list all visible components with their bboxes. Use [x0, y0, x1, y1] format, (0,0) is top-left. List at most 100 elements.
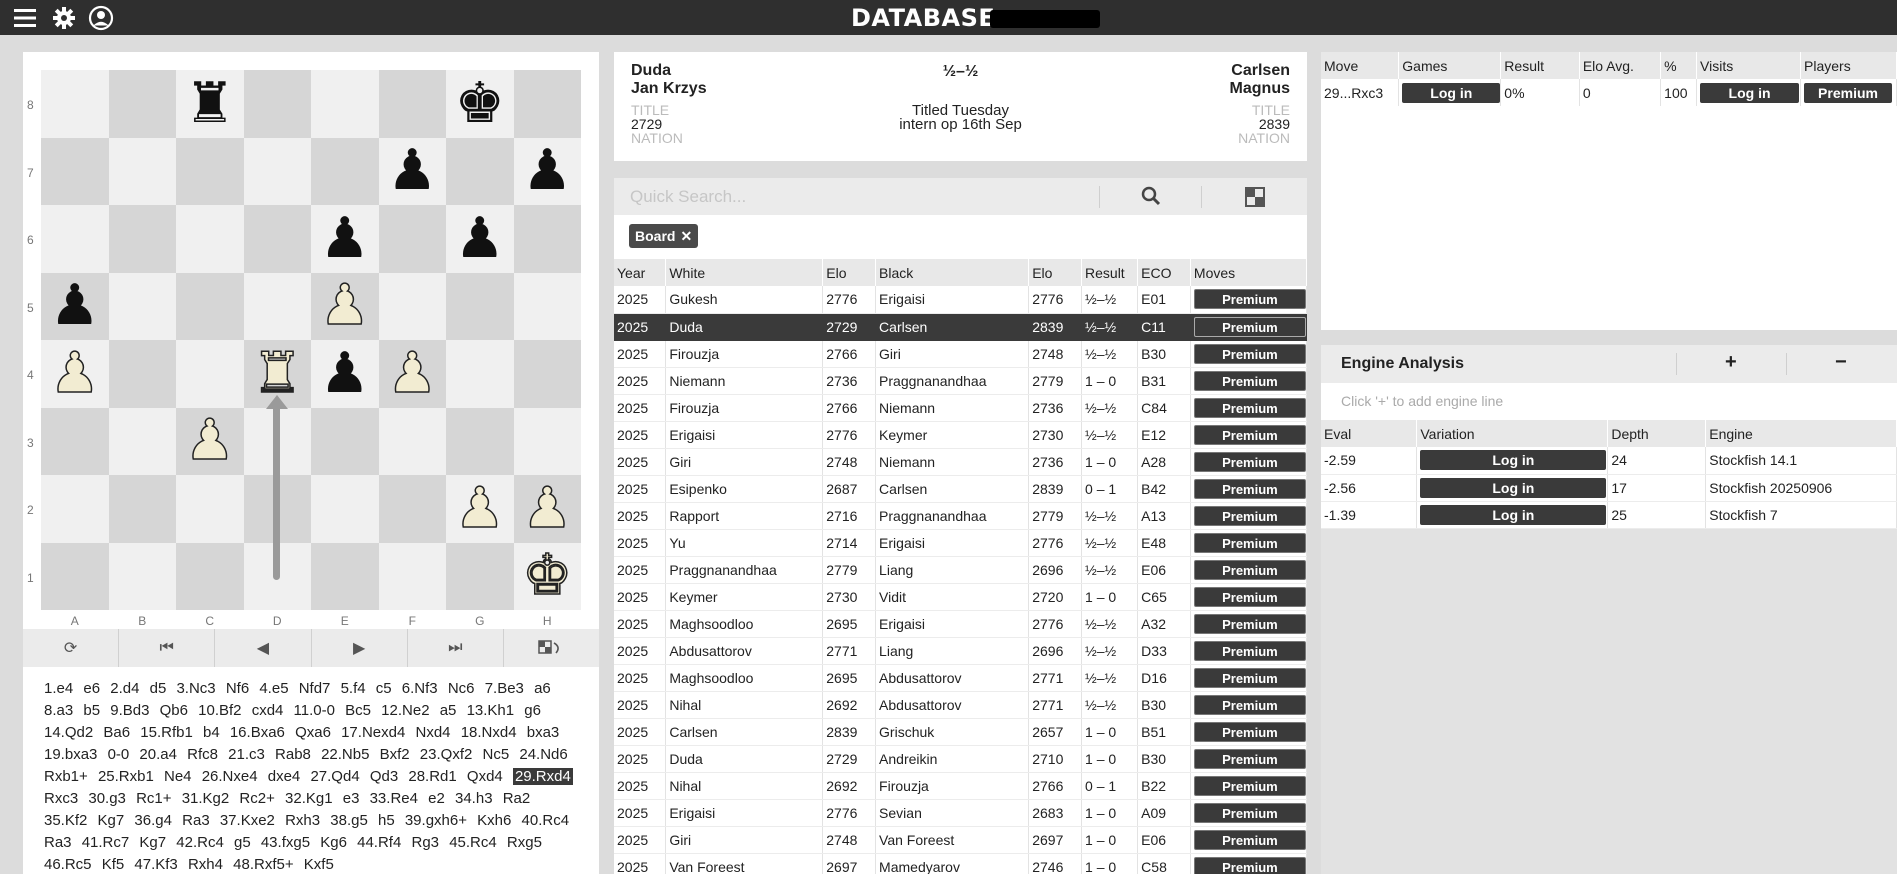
move-token[interactable]: 47.Kf3	[134, 856, 177, 873]
move-token[interactable]: Rxh4	[188, 856, 223, 873]
move-token[interactable]: Ra3	[44, 834, 72, 851]
move-token[interactable]: 46.Rc5	[44, 856, 92, 873]
move-token[interactable]: Ba6	[103, 724, 130, 741]
premium-button[interactable]: Premium	[1193, 667, 1306, 688]
square-e7[interactable]	[311, 137, 379, 205]
move-token[interactable]: 44.Rf4	[357, 834, 401, 851]
square-a3[interactable]	[41, 407, 109, 475]
move-token[interactable]: 41.Rc7	[82, 834, 130, 851]
square-b7[interactable]	[108, 137, 176, 205]
square-b2[interactable]	[108, 475, 176, 543]
move-token[interactable]: g6	[524, 702, 541, 719]
premium-button[interactable]: Premium	[1193, 802, 1306, 823]
premium-button[interactable]: Premium	[1193, 775, 1306, 796]
black-pawn-icon[interactable]: ♟	[320, 345, 370, 402]
move-token[interactable]: Bxf2	[380, 746, 410, 763]
variation-login-button[interactable]: Log in	[1420, 504, 1607, 525]
table-row[interactable]: 2025 Rapport 2716 Praggnanandhaa 2779 ½–½ A13 P…	[614, 502, 1308, 530]
move-token[interactable]: Rxg5	[507, 834, 542, 851]
move-token[interactable]: 1.e4	[44, 680, 73, 697]
move-token[interactable]: a6	[534, 680, 551, 697]
move-token[interactable]: Rxb1+	[44, 768, 88, 785]
white-pawn-icon[interactable]: ♟	[184, 412, 236, 470]
table-row[interactable]: 2025 Yu 2714 Erigaisi 2776 ½–½ E48 Premium	[614, 529, 1308, 557]
next-move-icon[interactable]: ▶	[312, 629, 408, 667]
square-h6[interactable]	[513, 205, 581, 273]
premium-button[interactable]: Premium	[1193, 829, 1306, 850]
table-row[interactable]: 2025 Firouzja 2766 Giri 2748 ½–½ B30 Premium	[614, 340, 1308, 368]
move-token[interactable]: 38.g5	[330, 812, 368, 829]
table-row[interactable]: 2025 Gukesh 2776 Erigaisi 2776 ½–½ E01 Premium	[614, 286, 1308, 314]
table-row[interactable]: 2025 Firouzja 2766 Niemann 2736 ½–½ C84 Premium	[614, 394, 1308, 422]
premium-button[interactable]: Premium	[1193, 370, 1306, 391]
column-header[interactable]: Result	[1081, 259, 1139, 286]
square-e8[interactable]	[311, 70, 379, 138]
column-header[interactable]: Black	[875, 259, 1030, 286]
move-token[interactable]: 0-0	[108, 746, 130, 763]
column-header[interactable]: Games	[1398, 52, 1502, 79]
move-token[interactable]: dxe4	[268, 768, 301, 785]
square-b4[interactable]	[108, 340, 176, 408]
move-token[interactable]: 26.Nxe4	[202, 768, 258, 785]
move-token[interactable]: h5	[378, 812, 395, 829]
move-token[interactable]: Kxf5	[304, 856, 334, 873]
column-header[interactable]: Elo Avg.	[1579, 52, 1662, 79]
move-token[interactable]: Kg6	[320, 834, 347, 851]
premium-button[interactable]: Premium	[1193, 532, 1306, 553]
visits-login-button[interactable]: Log in	[1700, 82, 1800, 103]
square-e1[interactable]	[311, 542, 379, 610]
square-f6[interactable]	[378, 205, 446, 273]
table-row[interactable]: 2025 Maghsoodloo 2695 Erigaisi 2776 ½–½ A32 Pre…	[614, 610, 1308, 638]
premium-button[interactable]: Premium	[1193, 613, 1306, 634]
last-move-icon[interactable]: ⏭	[408, 629, 504, 667]
table-row[interactable]: 2025 Esipenko 2687 Carlsen 2839 0 – 1 B42 Premi…	[614, 475, 1308, 503]
column-header[interactable]: Players	[1800, 52, 1897, 79]
square-g3[interactable]	[446, 407, 514, 475]
square-d7[interactable]	[243, 137, 311, 205]
move-token[interactable]: 16.Bxa6	[230, 724, 285, 741]
column-header[interactable]: Elo	[1028, 259, 1083, 286]
square-h1[interactable]: ♚	[513, 542, 581, 610]
move-token[interactable]: Kg7	[139, 834, 166, 851]
move-token[interactable]: Nc6	[448, 680, 475, 697]
black-pawn-icon[interactable]: ♟	[387, 143, 437, 199]
table-row[interactable]: 2025 Van Foreest 2697 Mamedyarov 2746 1 – 0 C5…	[614, 853, 1308, 874]
move-token[interactable]: Rxh3	[285, 812, 320, 829]
white-rook-icon[interactable]: ♜	[251, 345, 303, 403]
table-row[interactable]: 2025 Erigaisi 2776 Keymer 2730 ½–½ E12 Premium	[614, 421, 1308, 449]
move-token[interactable]: Bc5	[345, 702, 371, 719]
square-h5[interactable]	[513, 272, 581, 340]
premium-button[interactable]: Premium	[1193, 397, 1306, 418]
table-row[interactable]: 2025 Carlsen 2839 Grischuk 2657 1 – 0 B51 Premi…	[614, 718, 1308, 746]
square-a1[interactable]	[41, 542, 109, 610]
variation-login-button[interactable]: Log in	[1420, 477, 1607, 498]
square-a7[interactable]	[41, 137, 109, 205]
table-row[interactable]: 2025 Giri 2748 Van Foreest 2697 1 – 0 E06 Premi…	[614, 826, 1308, 854]
square-a2[interactable]	[41, 475, 109, 543]
move-token[interactable]: 19.bxa3	[44, 746, 97, 763]
move-token[interactable]: Rc1+	[136, 790, 171, 807]
move-token[interactable]: 20.a4	[139, 746, 177, 763]
square-f7[interactable]: ♟	[378, 137, 446, 205]
move-token[interactable]: b4	[203, 724, 220, 741]
premium-button[interactable]: Premium	[1193, 856, 1306, 874]
move-token[interactable]: 5.f4	[341, 680, 366, 697]
square-h8[interactable]	[513, 70, 581, 138]
move-token[interactable]: 4.e5	[259, 680, 288, 697]
column-header[interactable]: Year	[614, 259, 667, 286]
remove-engine-button[interactable]: −	[1835, 351, 1847, 374]
column-header[interactable]: Eval	[1321, 420, 1418, 447]
white-king-icon[interactable]: ♚	[521, 547, 573, 605]
move-token[interactable]: 6.Nf3	[402, 680, 438, 697]
square-b1[interactable]	[108, 542, 176, 610]
move-token[interactable]: Qb6	[160, 702, 188, 719]
square-e5[interactable]: ♟	[311, 272, 379, 340]
board-search-icon[interactable]	[1245, 187, 1265, 212]
white-pawn-icon[interactable]: ♟	[386, 345, 438, 403]
move-token[interactable]: 34.h3	[455, 790, 493, 807]
square-b5[interactable]	[108, 272, 176, 340]
square-e4[interactable]: ♟	[311, 340, 379, 408]
square-d6[interactable]	[243, 205, 311, 273]
square-c8[interactable]: ♜	[176, 70, 244, 138]
premium-button[interactable]: Premium	[1193, 289, 1306, 310]
